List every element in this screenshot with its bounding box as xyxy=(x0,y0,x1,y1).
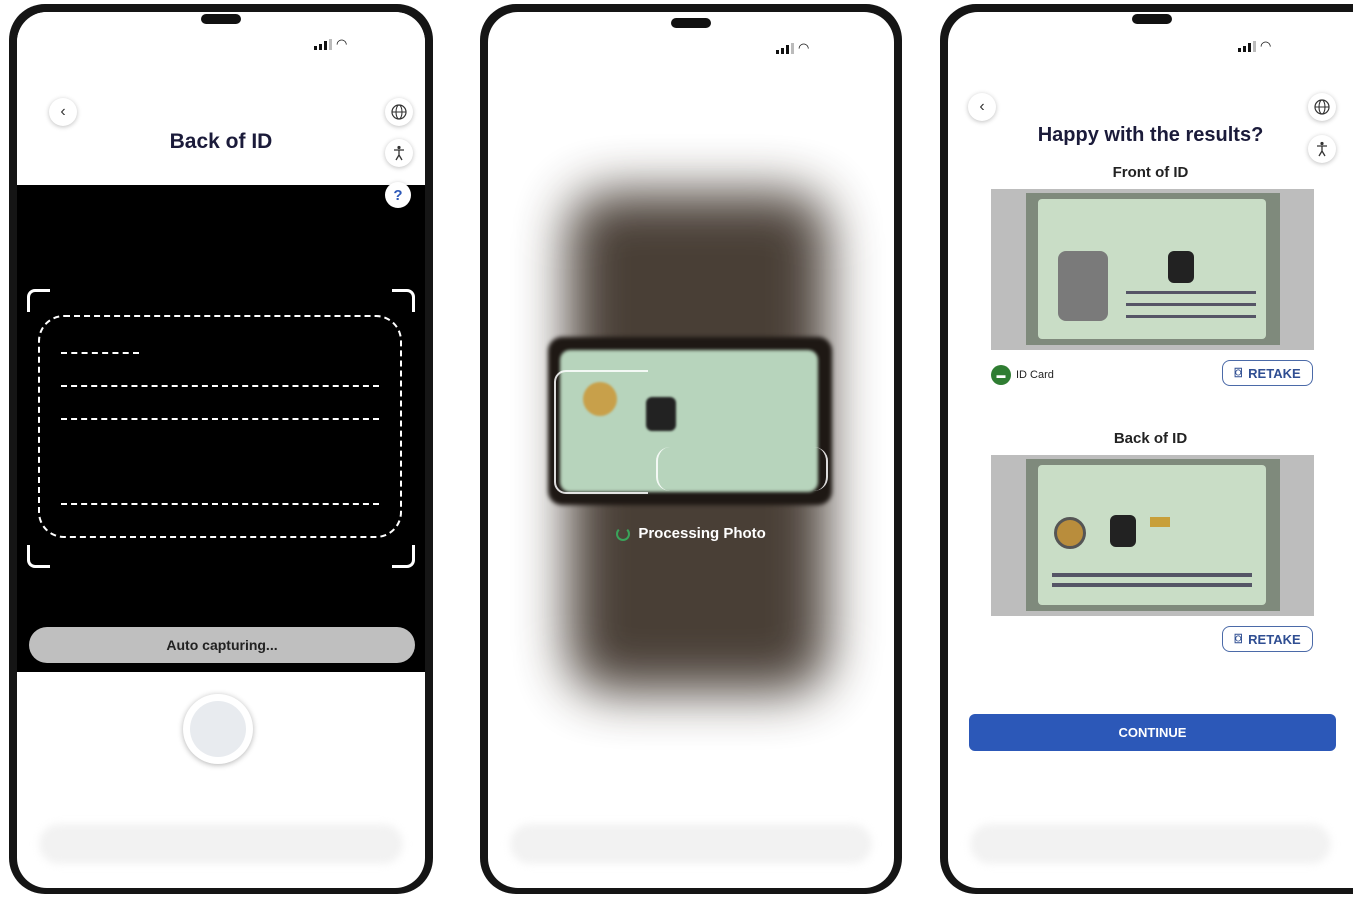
back-id-label: Back of ID xyxy=(1113,430,1188,447)
guide-line xyxy=(61,503,379,505)
signal-bars-icon xyxy=(1238,41,1256,52)
scan-arc-right xyxy=(656,447,828,491)
back-button[interactable]: ‹ xyxy=(968,93,996,121)
camera-icon: ⌼ xyxy=(1234,365,1243,380)
status-bar: ◠ xyxy=(314,36,348,51)
language-button[interactable] xyxy=(1308,93,1336,121)
question-mark-icon: ? xyxy=(393,186,403,204)
wifi-icon: ◠ xyxy=(1260,38,1272,53)
wifi-icon: ◠ xyxy=(798,40,810,55)
frame-corner-bottom-left xyxy=(27,545,50,568)
screen-processing: ◠ Processing Photo xyxy=(488,12,894,888)
phone-processing-photo: ◠ Processing Photo xyxy=(480,4,902,894)
guide-line xyxy=(61,385,379,387)
phone-review-results: ◠ ‹ Happy with the results? Front of ID xyxy=(940,4,1353,894)
front-id-image xyxy=(991,189,1314,350)
guide-line xyxy=(61,352,139,354)
help-button[interactable]: ? xyxy=(385,182,411,208)
spinner-icon xyxy=(616,527,631,542)
signal-bars-icon xyxy=(776,43,794,54)
portrait-photo xyxy=(1058,251,1108,321)
frame-corner-bottom-right xyxy=(392,545,415,568)
page-title: Back of ID xyxy=(169,130,273,153)
phone-notch xyxy=(1132,14,1172,24)
blurred-footer xyxy=(510,824,872,864)
signal-bars-icon xyxy=(314,39,332,50)
phone-notch xyxy=(671,18,711,28)
auto-capture-status: Auto capturing... xyxy=(29,627,415,663)
screen-capture: ◠ ‹ Back of ID ? Auto capturing... xyxy=(17,12,425,888)
page-title: Happy with the results? xyxy=(1037,124,1264,146)
processing-text: Processing Photo xyxy=(638,525,766,542)
processing-label: Processing Photo xyxy=(488,525,894,542)
language-button[interactable] xyxy=(385,98,413,126)
flag-icon: ▬ xyxy=(991,365,1011,385)
chevron-left-icon: ‹ xyxy=(60,103,66,120)
blurred-footer xyxy=(39,824,403,864)
status-bar: ◠ xyxy=(776,40,810,55)
retake-back-button[interactable]: ⌼ RETAKE xyxy=(1222,626,1313,652)
scan-arc-left xyxy=(554,370,648,494)
frame-corner-top-right xyxy=(392,289,415,312)
continue-button[interactable]: CONTINUE xyxy=(969,714,1336,751)
card-chip xyxy=(1168,251,1194,283)
globe-icon xyxy=(391,104,407,120)
frame-corner-top-left xyxy=(27,289,50,312)
wifi-icon: ◠ xyxy=(336,36,348,51)
status-bar: ◠ xyxy=(1238,38,1272,53)
back-id-image xyxy=(991,455,1314,616)
accessibility-button[interactable] xyxy=(385,139,413,167)
chevron-left-icon: ‹ xyxy=(979,98,985,115)
accessibility-icon xyxy=(394,145,404,161)
card-chip xyxy=(646,397,676,431)
globe-icon xyxy=(1314,99,1330,115)
front-id-label: Front of ID xyxy=(1112,164,1189,181)
guide-line xyxy=(61,418,379,420)
document-type-label: ID Card xyxy=(1016,369,1054,381)
camera-viewfinder: ? Auto capturing... xyxy=(17,182,425,672)
screen-review: ◠ ‹ Happy with the results? Front of ID xyxy=(948,12,1353,888)
document-type: ▬ ID Card xyxy=(991,365,1054,385)
id-card-photo xyxy=(1026,459,1280,611)
blurred-footer xyxy=(970,824,1331,864)
card-chip xyxy=(1110,515,1136,547)
retake-front-button[interactable]: ⌼ RETAKE xyxy=(1222,360,1313,386)
back-button[interactable]: ‹ xyxy=(49,98,77,126)
camera-icon: ⌼ xyxy=(1234,631,1243,646)
phone-back-of-id-capture: ◠ ‹ Back of ID ? Auto capturing... xyxy=(9,4,433,894)
card-emblem xyxy=(1054,517,1086,549)
capture-header: ‹ Back of ID xyxy=(17,12,425,185)
shutter-button[interactable] xyxy=(183,694,253,764)
id-card-photo xyxy=(1026,193,1280,345)
phone-notch xyxy=(201,14,241,24)
